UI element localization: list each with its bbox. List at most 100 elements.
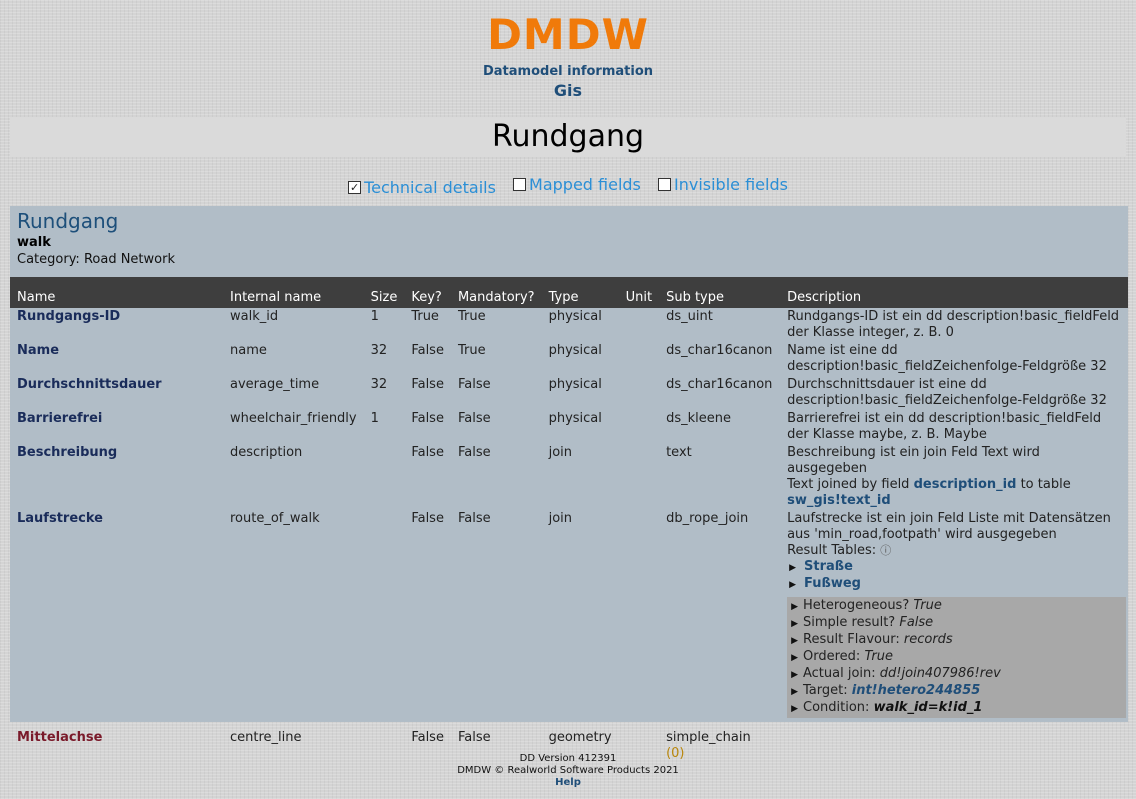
- result-tables-heading: Result Tables: ⓘ: [787, 543, 1121, 559]
- field-mandatory: False: [457, 511, 491, 526]
- field-name[interactable]: Durchschnittsdauer: [10, 376, 223, 410]
- result-table-fussweg[interactable]: Fußweg: [804, 576, 861, 591]
- field-subtype: ds_kleene: [666, 411, 731, 426]
- field-mandatory: True: [457, 309, 486, 324]
- expand-triangle-icon[interactable]: ▶: [791, 636, 798, 646]
- result-table-strasse[interactable]: Straße: [804, 559, 853, 574]
- technical-details-label[interactable]: Technical details: [364, 178, 496, 197]
- expand-triangle-icon[interactable]: ▶: [791, 704, 798, 714]
- field-name[interactable]: Name: [10, 342, 223, 376]
- field-unit: [619, 308, 659, 342]
- entity-header: Rundgang walk Category: Road Network: [10, 206, 1128, 270]
- mapped-fields-checkbox[interactable]: [513, 178, 527, 191]
- field-unit: [619, 444, 659, 510]
- field-name[interactable]: Rundgangs-ID: [10, 308, 223, 342]
- field-subtype: ds_uint: [666, 309, 713, 324]
- join-table-link[interactable]: sw_gis!text_id: [787, 493, 891, 508]
- table-header-row: Name Internal name Size Key? Mandatory? …: [10, 277, 1128, 308]
- entity-category: Category: Road Network: [17, 252, 175, 267]
- col-size: Size: [363, 277, 405, 308]
- result-tables-label: Result Tables:: [787, 543, 877, 558]
- field-description: Beschreibung ist ein join Feld Text wird…: [780, 444, 1128, 510]
- info-icon[interactable]: ⓘ: [880, 544, 891, 557]
- dmdw-logo: DMDW: [487, 10, 649, 59]
- table-row-beschreibung: Beschreibung description False False joi…: [10, 444, 1128, 510]
- invisible-fields-label[interactable]: Invisible fields: [674, 175, 788, 194]
- footer: DD Version 412391 DMDW © Realworld Softw…: [0, 753, 1136, 789]
- field-name[interactable]: Beschreibung: [10, 444, 223, 510]
- field-key: False: [411, 377, 444, 392]
- help-link[interactable]: Help: [0, 777, 1136, 789]
- detail-value: walk_id=k!id_1: [873, 700, 983, 715]
- detail-actual-join[interactable]: ▶ Actual join: dd!join407986!rev: [791, 666, 1122, 683]
- field-key: False: [411, 511, 444, 526]
- col-description: Description: [780, 277, 1128, 308]
- entity-internal-name: walk: [17, 235, 51, 250]
- join-field-link[interactable]: description_id: [914, 477, 1017, 492]
- table-row: Barrierefrei wheelchair_friendly 1 False…: [10, 410, 1128, 444]
- field-size: 1: [370, 309, 379, 324]
- join-details-box: ▶ Heterogeneous? True ▶ Simple result? Fal…: [787, 597, 1126, 718]
- field-internal: route_of_walk: [230, 511, 320, 526]
- field-internal: name: [230, 343, 267, 358]
- option-technical-details[interactable]: ✓ Technical details: [348, 178, 496, 197]
- detail-simple[interactable]: ▶ Simple result? False: [791, 615, 1122, 632]
- field-type: physical: [548, 309, 602, 324]
- field-description: Rundgangs-ID ist ein dd description!basi…: [787, 309, 1120, 340]
- field-type: physical: [548, 377, 602, 392]
- expand-triangle-icon[interactable]: ▶: [791, 653, 798, 663]
- technical-details-checkbox[interactable]: ✓: [348, 181, 362, 194]
- field-type: join: [548, 445, 573, 460]
- expand-triangle-icon[interactable]: ▶: [791, 619, 798, 629]
- detail-heterogeneous[interactable]: ▶ Heterogeneous? True: [791, 598, 1122, 615]
- header: DMDW Datamodel information Gis: [0, 0, 1136, 101]
- field-type: physical: [548, 411, 602, 426]
- detail-target[interactable]: ▶ Target: int!hetero244855: [791, 683, 1122, 700]
- field-unit: [619, 410, 659, 444]
- result-table-item[interactable]: ▶ Straße: [787, 559, 1121, 576]
- mapped-fields-label[interactable]: Mapped fields: [529, 175, 641, 194]
- field-mandatory: True: [457, 343, 486, 358]
- target-link[interactable]: int!hetero244855: [852, 683, 981, 698]
- description-text: Beschreibung ist ein join Feld Text wird…: [787, 445, 1040, 476]
- page-title: Rundgang: [10, 117, 1126, 157]
- expand-triangle-icon[interactable]: ▶: [789, 580, 796, 590]
- field-description: Durchschnittsdauer ist eine dd descripti…: [787, 377, 1107, 408]
- result-table-item[interactable]: ▶ Fußweg: [787, 576, 1121, 593]
- col-name: Name: [10, 277, 223, 308]
- field-size: 32: [370, 343, 388, 358]
- expand-triangle-icon[interactable]: ▶: [791, 670, 798, 680]
- field-description: Name ist eine dd description!basic_field…: [787, 343, 1107, 374]
- field-size: [364, 510, 405, 719]
- detail-ordered[interactable]: ▶ Ordered: True: [791, 649, 1122, 666]
- option-mapped-fields[interactable]: Mapped fields: [513, 175, 641, 194]
- join-info: Text joined by field description_id to t…: [787, 477, 1121, 509]
- field-size: [364, 444, 405, 510]
- description-text: Laufstrecke ist ein join Feld Liste mit …: [787, 511, 1111, 542]
- detail-condition[interactable]: ▶ Condition: walk_id=k!id_1: [791, 700, 1122, 717]
- col-key: Key?: [404, 277, 451, 308]
- invisible-fields-checkbox[interactable]: [657, 178, 671, 191]
- join-mid: to table: [1020, 477, 1071, 492]
- field-subtype: db_rope_join: [666, 511, 749, 526]
- detail-flavour[interactable]: ▶ Result Flavour: records: [791, 632, 1122, 649]
- field-unit: [619, 376, 659, 410]
- detail-label: Heterogeneous?: [803, 598, 910, 613]
- col-internal-name: Internal name: [223, 277, 364, 308]
- view-options: ✓ Technical details Mapped fields Invisi…: [0, 175, 1136, 197]
- col-mandatory: Mandatory?: [450, 277, 542, 308]
- option-invisible-fields[interactable]: Invisible fields: [657, 175, 788, 194]
- field-subtype: text: [666, 445, 692, 460]
- field-internal: description: [230, 445, 303, 460]
- field-type: join: [548, 511, 573, 526]
- expand-triangle-icon[interactable]: ▶: [791, 602, 798, 612]
- field-internal: wheelchair_friendly: [230, 411, 357, 426]
- header-subtitle: Datamodel information: [482, 64, 653, 79]
- expand-triangle-icon[interactable]: ▶: [791, 687, 798, 697]
- entity-panel: Rundgang walk Category: Road Network Nam…: [10, 206, 1128, 761]
- field-mandatory: False: [457, 377, 491, 392]
- expand-triangle-icon[interactable]: ▶: [789, 563, 796, 573]
- field-name[interactable]: Laufstrecke: [10, 510, 223, 719]
- field-key: False: [411, 411, 444, 426]
- field-name[interactable]: Barrierefrei: [10, 410, 223, 444]
